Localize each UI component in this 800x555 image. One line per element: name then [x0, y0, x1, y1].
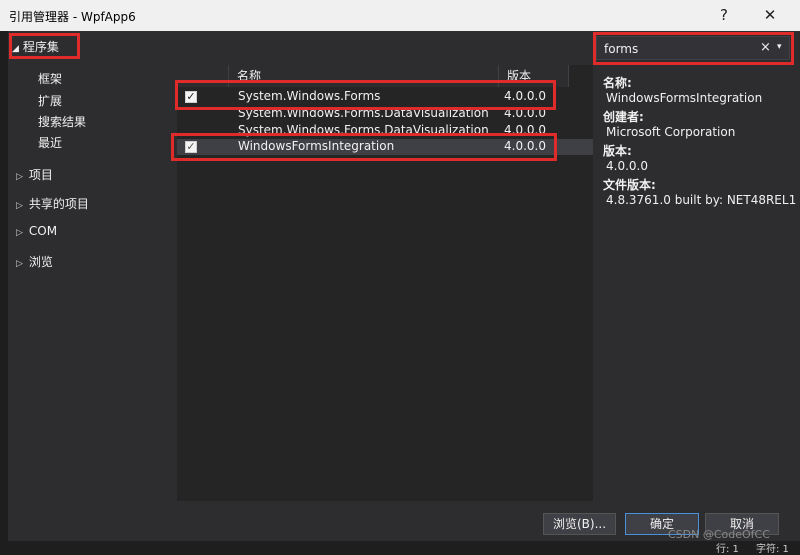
window-title-bar: 引用管理器 - WpfApp6 ? ✕	[0, 0, 800, 31]
detail-creator-value: Microsoft Corporation	[606, 125, 736, 139]
highlight-box-assemblies	[9, 33, 80, 59]
chevron-right-icon: ▷	[16, 172, 23, 182]
tree-node-projects[interactable]: ▷ 项目	[16, 166, 53, 183]
detail-name-value: WindowsFormsIntegration	[606, 91, 763, 105]
status-char: 字符: 1	[756, 544, 789, 555]
tree-item-recent[interactable]: 最近	[38, 134, 62, 151]
tree-item-framework[interactable]: 框架	[38, 70, 62, 87]
tree-item-extensions[interactable]: 扩展	[38, 92, 62, 109]
highlight-box-integration-row	[171, 133, 557, 161]
chevron-right-icon: ▷	[16, 259, 23, 269]
detail-file-version-value: 4.8.3761.0 built by: NET48REL1	[606, 193, 797, 207]
tree-node-label: 浏览	[28, 255, 53, 269]
tree-node-label: 项目	[28, 168, 53, 182]
highlight-box-forms-row	[175, 80, 556, 110]
editor-status-bar	[0, 541, 800, 550]
tree-item-search-results[interactable]: 搜索结果	[38, 113, 86, 130]
status-line: 行: 1	[716, 544, 739, 555]
detail-file-version-label: 文件版本:	[603, 178, 656, 192]
detail-version-value: 4.0.0.0	[606, 159, 648, 173]
close-button[interactable]: ✕	[756, 4, 784, 26]
detail-creator-label: 创建者:	[603, 110, 644, 124]
detail-name-label: 名称:	[603, 76, 632, 90]
highlight-box-search	[593, 32, 794, 65]
tree-node-com[interactable]: ▷ COM	[16, 224, 57, 238]
tree-node-label: COM	[28, 224, 58, 238]
background-editor-edge	[0, 31, 8, 550]
chevron-right-icon: ▷	[16, 201, 23, 211]
detail-version-label: 版本:	[603, 144, 632, 158]
tree-node-label: 共享的项目	[28, 197, 89, 211]
chevron-right-icon: ▷	[16, 228, 23, 238]
browse-button[interactable]: 浏览(B)...	[543, 513, 616, 535]
tree-node-shared-projects[interactable]: ▷ 共享的项目	[16, 195, 89, 212]
help-button[interactable]: ?	[710, 4, 738, 26]
window-title: 引用管理器 - WpfApp6	[9, 10, 136, 24]
tree-node-browse[interactable]: ▷ 浏览	[16, 253, 53, 270]
